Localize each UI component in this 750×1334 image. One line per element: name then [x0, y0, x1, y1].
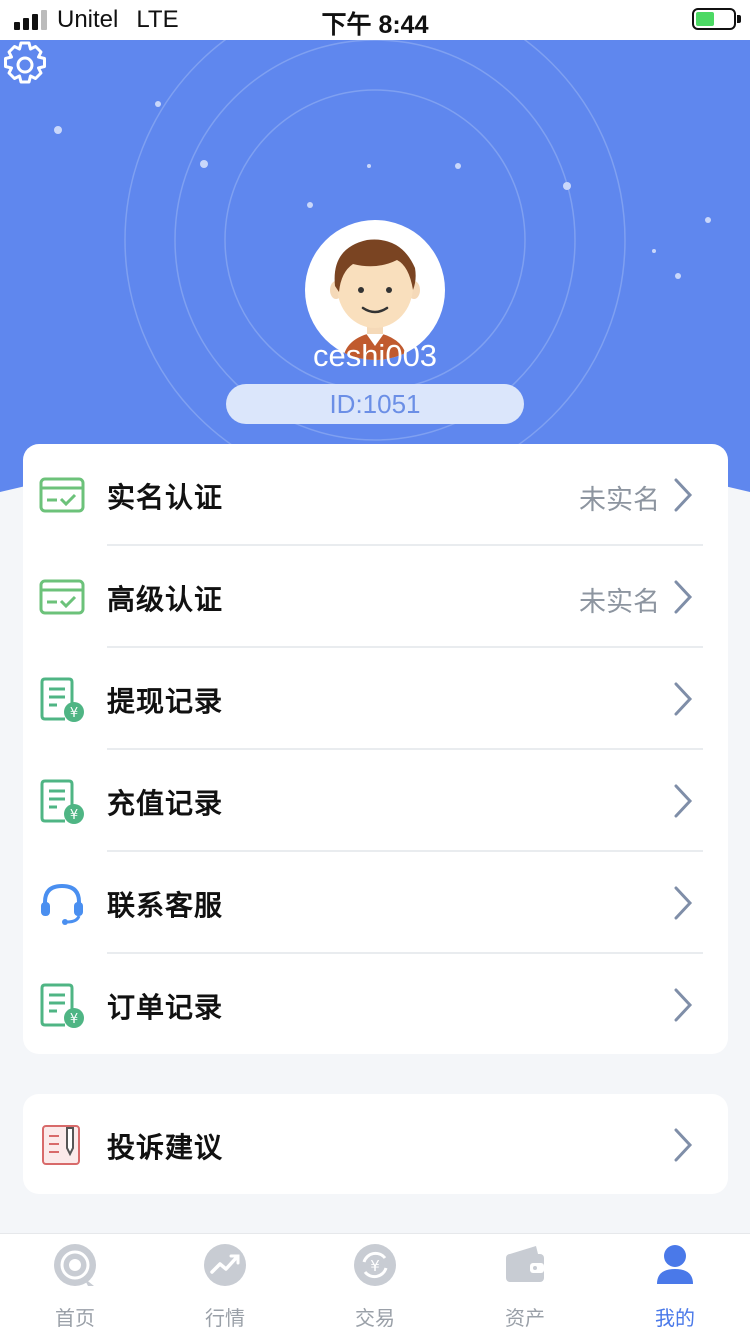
tab-label: 我的 [655, 1308, 695, 1330]
complaint-note-icon [42, 1125, 80, 1165]
tab-home[interactable]: 首页 [0, 1234, 150, 1334]
headset-icon [41, 883, 83, 925]
tab-label: 交易 [355, 1308, 395, 1330]
menu-item-label: 高级认证 [107, 584, 224, 615]
verify-status-text: 未实名 [579, 485, 660, 515]
svg-text:¥: ¥ [70, 706, 78, 721]
tab-mine[interactable]: 我的 [600, 1234, 750, 1334]
bottom-tab-bar: 首页 行情 ¥ 交易 资产 我的 [0, 1233, 750, 1334]
tab-market[interactable]: 行情 [150, 1234, 300, 1334]
wallet-icon [506, 1246, 544, 1282]
verify-status-text: 未实名 [579, 587, 660, 617]
chevron-right-icon [674, 1128, 693, 1162]
battery-icon [692, 8, 741, 30]
trade-icon: ¥ [354, 1244, 396, 1286]
chevron-right-icon [674, 478, 693, 512]
menu-item-recharge-records[interactable]: ¥ 充值记录 [23, 750, 728, 852]
verify-card-icon [39, 477, 85, 513]
svg-text:¥: ¥ [70, 808, 78, 823]
menu-item-label: 联系客服 [107, 890, 224, 921]
chevron-right-icon [674, 784, 693, 818]
menu-item-withdraw-records[interactable]: ¥ 提现记录 [23, 648, 728, 750]
menu-item-customer-service[interactable]: 联系客服 [23, 852, 728, 954]
tab-label: 首页 [55, 1308, 95, 1330]
menu-item-real-name-verify[interactable]: 实名认证 未实名 [23, 444, 728, 546]
tab-label: 资产 [505, 1308, 545, 1330]
home-icon [54, 1244, 96, 1286]
chevron-right-icon [674, 682, 693, 716]
menu-item-label: 实名认证 [107, 482, 224, 513]
menu-item-label: 投诉建议 [107, 1132, 224, 1163]
account-menu-card: 实名认证 未实名 高级认证 未实名 ¥ 提现记录 ¥ 充值记录 联系客服 ¥ 订… [23, 444, 728, 1054]
menu-item-advanced-verify[interactable]: 高级认证 未实名 [23, 546, 728, 648]
chevron-right-icon [674, 580, 693, 614]
svg-text:¥: ¥ [70, 1012, 78, 1027]
status-bar: Unitel LTE 下午 8:44 [0, 0, 750, 40]
settings-gear-icon[interactable] [0, 40, 50, 90]
tab-assets[interactable]: 资产 [450, 1234, 600, 1334]
menu-item-label: 提现记录 [107, 686, 224, 717]
menu-item-order-records[interactable]: ¥ 订单记录 [23, 954, 728, 1056]
username: ceshi003 [312, 338, 438, 373]
user-icon [657, 1245, 693, 1284]
menu-item-label: 订单记录 [107, 992, 224, 1023]
profile-header [0, 40, 750, 510]
menu-item-complaints[interactable]: 投诉建议 [23, 1094, 728, 1194]
record-yen-icon: ¥ [40, 779, 84, 824]
verify-card-icon [39, 579, 85, 615]
chevron-right-icon [674, 886, 693, 920]
market-trend-icon [204, 1244, 246, 1286]
user-id-badge: ID:1051 [226, 384, 524, 424]
status-time: 下午 8:44 [321, 11, 429, 39]
feedback-card: 投诉建议 [23, 1094, 728, 1194]
chevron-right-icon [674, 988, 693, 1022]
record-yen-icon: ¥ [40, 983, 84, 1028]
menu-item-label: 充值记录 [107, 788, 224, 819]
tab-label: 行情 [205, 1308, 245, 1330]
record-yen-icon: ¥ [40, 677, 84, 722]
svg-text:¥: ¥ [370, 1257, 380, 1275]
tab-trade[interactable]: ¥ 交易 [300, 1234, 450, 1334]
